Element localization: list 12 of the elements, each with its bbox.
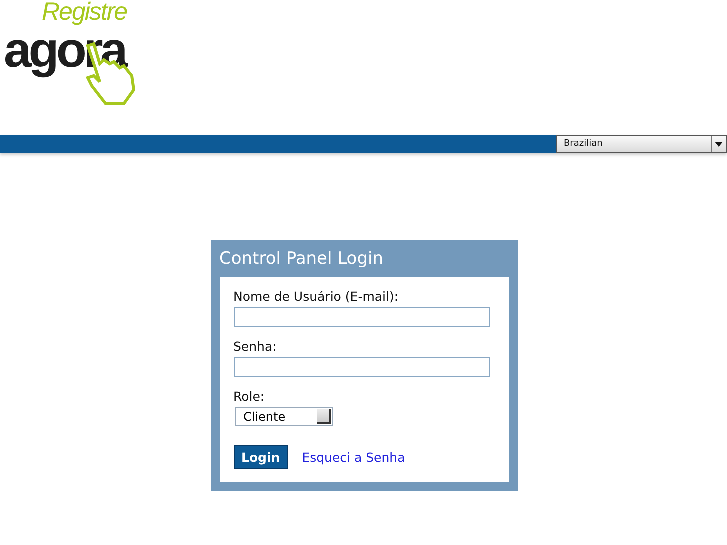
field-label: Nome de Usuário (E-mail): xyxy=(234,289,399,304)
login-button[interactable]: Login xyxy=(234,445,288,469)
dropdown-arrow-icon xyxy=(715,142,723,146)
panel-title: Control Panel Login xyxy=(220,248,384,270)
language-select[interactable]: Brazilian xyxy=(556,135,727,153)
logo-text: Registre xyxy=(42,0,128,25)
role-select[interactable]: Cliente xyxy=(234,407,332,426)
field-label: Role: xyxy=(234,389,265,404)
input-field[interactable] xyxy=(234,357,490,377)
field-label: Senha: xyxy=(234,339,277,354)
forgot-password-link[interactable]: Esqueci a Senha xyxy=(302,450,406,464)
input-field[interactable] xyxy=(234,307,490,327)
